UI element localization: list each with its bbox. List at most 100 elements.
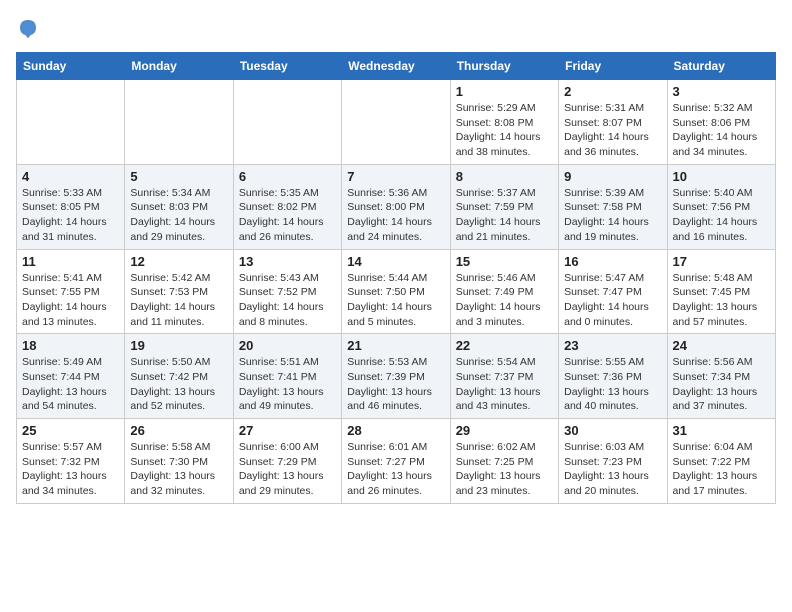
calendar-cell: 9Sunrise: 5:39 AM Sunset: 7:58 PM Daylig… (559, 164, 667, 249)
calendar-cell: 3 Sunrise: 5:32 AM Sunset: 8:06 PM Daylig… (667, 80, 775, 165)
day-info: Sunrise: 5:50 AM Sunset: 7:42 PM Dayligh… (130, 355, 227, 414)
day-number: 14 (347, 254, 444, 269)
day-info: Sunrise: 5:41 AM Sunset: 7:55 PM Dayligh… (22, 271, 119, 330)
calendar-cell: 6 Sunrise: 5:35 AM Sunset: 8:02 PM Daylig… (233, 164, 341, 249)
weekday-header: Sunday (17, 53, 125, 80)
day-info: Sunrise: 5:42 AM Sunset: 7:53 PM Dayligh… (130, 271, 227, 330)
day-number: 6 (239, 169, 336, 184)
calendar-cell: 14 Sunrise: 5:44 AM Sunset: 7:50 PM Dayli… (342, 249, 450, 334)
calendar-cell: 28 Sunrise: 6:01 AM Sunset: 7:27 PM Dayli… (342, 419, 450, 504)
day-info: Sunrise: 6:01 AM Sunset: 7:27 PM Dayligh… (347, 440, 444, 499)
calendar-cell: 11Sunrise: 5:41 AM Sunset: 7:55 PM Dayli… (17, 249, 125, 334)
day-info: Sunrise: 5:47 AM Sunset: 7:47 PM Dayligh… (564, 271, 661, 330)
logo (16, 16, 42, 40)
weekday-header: Thursday (450, 53, 558, 80)
day-info: Sunrise: 5:31 AM Sunset: 8:07 PM Dayligh… (564, 101, 661, 160)
calendar-cell: 20 Sunrise: 5:51 AM Sunset: 7:41 PM Dayli… (233, 334, 341, 419)
day-info: Sunrise: 6:00 AM Sunset: 7:29 PM Dayligh… (239, 440, 336, 499)
day-info: Sunrise: 5:37 AM Sunset: 7:59 PM Dayligh… (456, 186, 553, 245)
day-number: 13 (239, 254, 336, 269)
calendar-cell: 15Sunrise: 5:46 AM Sunset: 7:49 PM Dayli… (450, 249, 558, 334)
day-info: Sunrise: 5:35 AM Sunset: 8:02 PM Dayligh… (239, 186, 336, 245)
day-number: 17 (673, 254, 770, 269)
day-number: 12 (130, 254, 227, 269)
day-number: 24 (673, 338, 770, 353)
day-info: Sunrise: 6:03 AM Sunset: 7:23 PM Dayligh… (564, 440, 661, 499)
day-number: 26 (130, 423, 227, 438)
day-number: 23 (564, 338, 661, 353)
day-number: 7 (347, 169, 444, 184)
calendar-cell: 29 Sunrise: 6:02 AM Sunset: 7:25 PM Dayli… (450, 419, 558, 504)
day-info: Sunrise: 5:53 AM Sunset: 7:39 PM Dayligh… (347, 355, 444, 414)
day-number: 16 (564, 254, 661, 269)
day-number: 25 (22, 423, 119, 438)
calendar-cell: 18 Sunrise: 5:49 AM Sunset: 7:44 PM Dayli… (17, 334, 125, 419)
day-number: 10 (673, 169, 770, 184)
calendar-cell: 27 Sunrise: 6:00 AM Sunset: 7:29 PM Dayli… (233, 419, 341, 504)
day-info: Sunrise: 6:04 AM Sunset: 7:22 PM Dayligh… (673, 440, 770, 499)
calendar-cell (342, 80, 450, 165)
calendar-cell: 4 Sunrise: 5:33 AM Sunset: 8:05 PM Daylig… (17, 164, 125, 249)
day-number: 30 (564, 423, 661, 438)
calendar-week-row: 4 Sunrise: 5:33 AM Sunset: 8:05 PM Daylig… (17, 164, 776, 249)
day-number: 27 (239, 423, 336, 438)
day-number: 18 (22, 338, 119, 353)
weekday-header: Friday (559, 53, 667, 80)
calendar-cell: 5Sunrise: 5:34 AM Sunset: 8:03 PM Daylig… (125, 164, 233, 249)
day-info: Sunrise: 5:51 AM Sunset: 7:41 PM Dayligh… (239, 355, 336, 414)
calendar-cell: 19 Sunrise: 5:50 AM Sunset: 7:42 PM Dayli… (125, 334, 233, 419)
day-info: Sunrise: 5:44 AM Sunset: 7:50 PM Dayligh… (347, 271, 444, 330)
weekday-header: Wednesday (342, 53, 450, 80)
calendar-cell: 24 Sunrise: 5:56 AM Sunset: 7:34 PM Dayli… (667, 334, 775, 419)
weekday-header: Tuesday (233, 53, 341, 80)
calendar-cell: 23 Sunrise: 5:55 AM Sunset: 7:36 PM Dayli… (559, 334, 667, 419)
day-info: Sunrise: 5:57 AM Sunset: 7:32 PM Dayligh… (22, 440, 119, 499)
calendar-week-row: 25 Sunrise: 5:57 AM Sunset: 7:32 PM Dayli… (17, 419, 776, 504)
day-info: Sunrise: 5:33 AM Sunset: 8:05 PM Dayligh… (22, 186, 119, 245)
calendar-cell: 21Sunrise: 5:53 AM Sunset: 7:39 PM Dayli… (342, 334, 450, 419)
day-info: Sunrise: 5:49 AM Sunset: 7:44 PM Dayligh… (22, 355, 119, 414)
day-info: Sunrise: 5:56 AM Sunset: 7:34 PM Dayligh… (673, 355, 770, 414)
calendar-week-row: 1 Sunrise: 5:29 AM Sunset: 8:08 PM Daylig… (17, 80, 776, 165)
calendar-week-row: 11Sunrise: 5:41 AM Sunset: 7:55 PM Dayli… (17, 249, 776, 334)
day-info: Sunrise: 5:29 AM Sunset: 8:08 PM Dayligh… (456, 101, 553, 160)
day-number: 5 (130, 169, 227, 184)
day-number: 20 (239, 338, 336, 353)
calendar-cell: 31 Sunrise: 6:04 AM Sunset: 7:22 PM Dayli… (667, 419, 775, 504)
calendar-cell: 30 Sunrise: 6:03 AM Sunset: 7:23 PM Dayli… (559, 419, 667, 504)
calendar-cell: 26 Sunrise: 5:58 AM Sunset: 7:30 PM Dayli… (125, 419, 233, 504)
day-info: Sunrise: 5:43 AM Sunset: 7:52 PM Dayligh… (239, 271, 336, 330)
day-number: 19 (130, 338, 227, 353)
day-number: 2 (564, 84, 661, 99)
calendar-cell: 12 Sunrise: 5:42 AM Sunset: 7:53 PM Dayli… (125, 249, 233, 334)
day-number: 8 (456, 169, 553, 184)
day-number: 4 (22, 169, 119, 184)
day-info: Sunrise: 5:58 AM Sunset: 7:30 PM Dayligh… (130, 440, 227, 499)
day-info: Sunrise: 5:39 AM Sunset: 7:58 PM Dayligh… (564, 186, 661, 245)
day-number: 28 (347, 423, 444, 438)
calendar-cell: 22 Sunrise: 5:54 AM Sunset: 7:37 PM Dayli… (450, 334, 558, 419)
day-info: Sunrise: 5:40 AM Sunset: 7:56 PM Dayligh… (673, 186, 770, 245)
day-number: 29 (456, 423, 553, 438)
calendar-cell (17, 80, 125, 165)
calendar-cell: 2 Sunrise: 5:31 AM Sunset: 8:07 PM Daylig… (559, 80, 667, 165)
calendar-cell: 16 Sunrise: 5:47 AM Sunset: 7:47 PM Dayli… (559, 249, 667, 334)
calendar-cell: 13 Sunrise: 5:43 AM Sunset: 7:52 PM Dayli… (233, 249, 341, 334)
day-info: Sunrise: 5:55 AM Sunset: 7:36 PM Dayligh… (564, 355, 661, 414)
logo-icon (16, 16, 40, 40)
calendar-header-row: SundayMondayTuesdayWednesdayThursdayFrid… (17, 53, 776, 80)
day-number: 31 (673, 423, 770, 438)
calendar-cell: 8 Sunrise: 5:37 AM Sunset: 7:59 PM Daylig… (450, 164, 558, 249)
day-number: 22 (456, 338, 553, 353)
day-info: Sunrise: 5:36 AM Sunset: 8:00 PM Dayligh… (347, 186, 444, 245)
day-info: Sunrise: 5:54 AM Sunset: 7:37 PM Dayligh… (456, 355, 553, 414)
day-number: 1 (456, 84, 553, 99)
calendar-table: SundayMondayTuesdayWednesdayThursdayFrid… (16, 52, 776, 504)
day-number: 15 (456, 254, 553, 269)
calendar-cell: 25 Sunrise: 5:57 AM Sunset: 7:32 PM Dayli… (17, 419, 125, 504)
calendar-cell (125, 80, 233, 165)
day-info: Sunrise: 6:02 AM Sunset: 7:25 PM Dayligh… (456, 440, 553, 499)
day-info: Sunrise: 5:48 AM Sunset: 7:45 PM Dayligh… (673, 271, 770, 330)
day-info: Sunrise: 5:32 AM Sunset: 8:06 PM Dayligh… (673, 101, 770, 160)
day-number: 3 (673, 84, 770, 99)
